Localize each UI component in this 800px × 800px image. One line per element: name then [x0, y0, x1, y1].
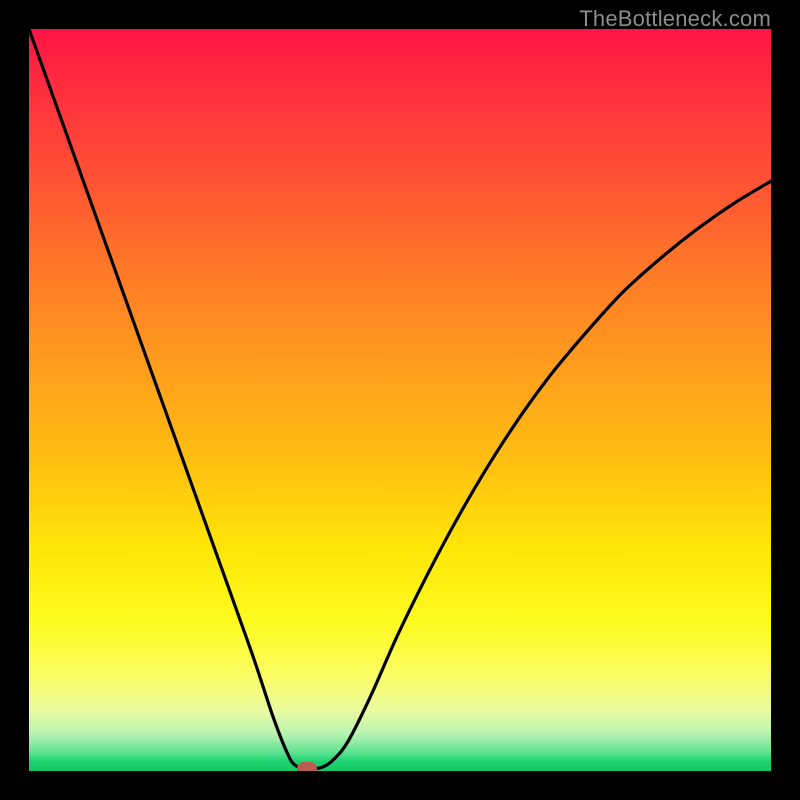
plot-area — [29, 29, 771, 771]
bottleneck-curve — [29, 29, 771, 769]
curve-svg — [29, 29, 771, 771]
optimal-point-marker — [297, 762, 317, 771]
outer-frame: TheBottleneck.com — [0, 0, 800, 800]
watermark-text: TheBottleneck.com — [579, 6, 771, 32]
